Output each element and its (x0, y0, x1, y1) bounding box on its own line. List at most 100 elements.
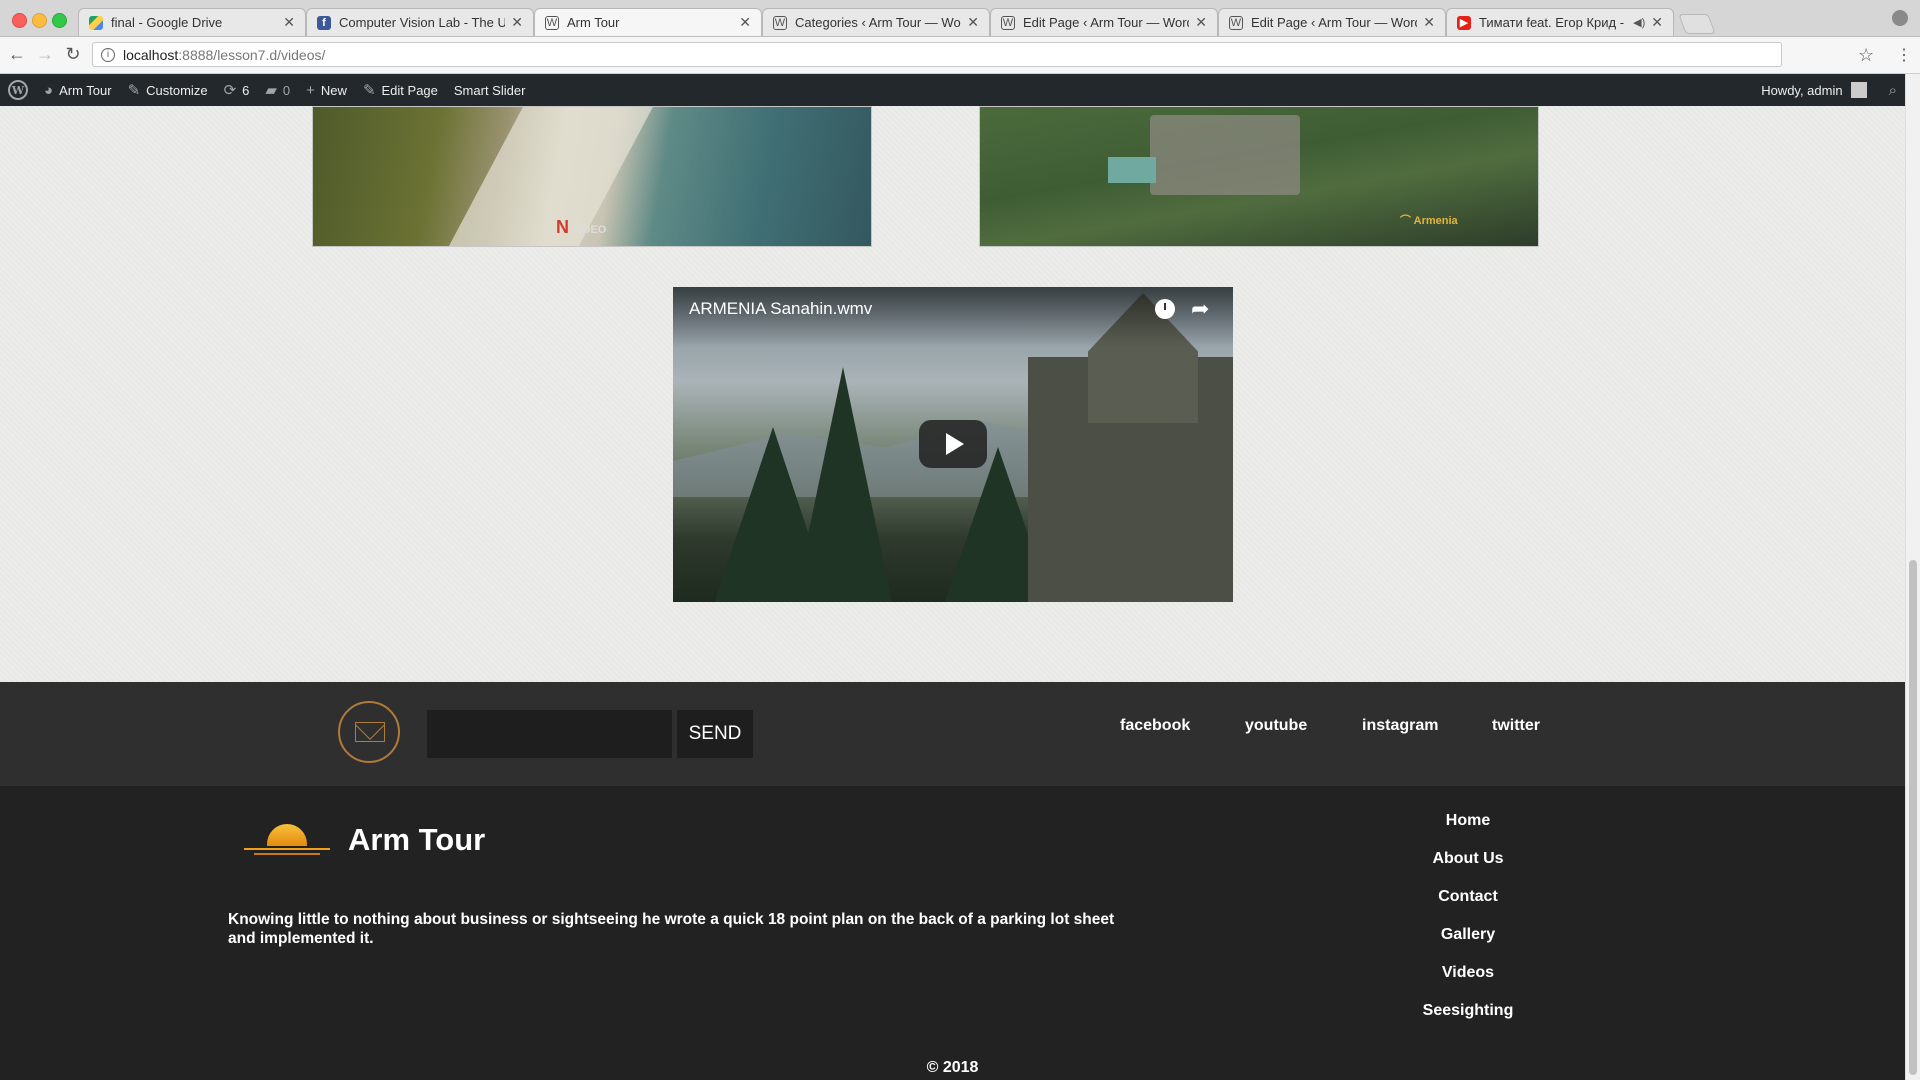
tab-title: Тимати feat. Егор Крид - (1479, 15, 1625, 30)
comment-icon: ▰ (265, 82, 277, 99)
account-menu[interactable]: Howdy, admin (1753, 74, 1880, 106)
watermark-n-icon: N (556, 217, 569, 237)
monastery-shape (1150, 115, 1300, 195)
window-close-button[interactable] (12, 13, 27, 28)
footer-nav-seesighting[interactable]: Seesighting (1368, 1002, 1568, 1020)
beach-sand-shape (437, 107, 659, 246)
watch-later-icon[interactable] (1155, 299, 1175, 319)
play-button[interactable] (919, 420, 987, 468)
window-minimize-button[interactable] (32, 13, 47, 28)
search-icon: ⌕ (1888, 81, 1897, 99)
brush-icon: ✎ (127, 82, 141, 99)
site-name-label: Arm Tour (59, 82, 112, 98)
share-icon[interactable]: ➦ (1191, 296, 1209, 322)
smart-slider-link[interactable]: Smart Slider (446, 74, 534, 106)
roof-shape (1108, 157, 1156, 183)
wordpress-logo-icon: W (8, 80, 28, 100)
customize-label: Customize (146, 82, 208, 98)
video-embed-right[interactable]: ⌒ Armenia (979, 106, 1539, 247)
tab-close-icon[interactable]: ✕ (967, 14, 979, 31)
wordpress-logo-button[interactable]: W (0, 74, 36, 106)
browser-tab[interactable]: final - Google Drive ✕ (78, 8, 306, 36)
footer-nav-home[interactable]: Home (1368, 812, 1568, 830)
wp-admin-bar: W ◕ Arm Tour ✎ Customize ⟳ 6 ▰ 0 + New ✎… (0, 74, 1905, 106)
window-zoom-button[interactable] (52, 13, 67, 28)
tab-close-icon[interactable]: ✕ (1195, 14, 1207, 31)
url-host: localhost (123, 46, 179, 63)
tab-close-icon[interactable]: ✕ (739, 14, 751, 31)
browser-tab-active[interactable]: W Arm Tour ✕ (534, 8, 762, 36)
browser-toolbar: ← → ↻ i localhost:8888/lesson7.d/videos/… (0, 37, 1920, 74)
twitter-link[interactable]: twitter (1492, 717, 1540, 735)
tab-close-icon[interactable]: ✕ (511, 14, 523, 31)
video-watermark: N VIDEO (556, 217, 606, 238)
scrollbar-thumb[interactable] (1909, 560, 1917, 1075)
watermark-label: Armenia (1413, 215, 1458, 227)
wordpress-icon: W (773, 15, 787, 30)
wordpress-icon: W (1001, 15, 1015, 30)
email-input[interactable] (427, 710, 672, 758)
avatar (1850, 82, 1867, 98)
video-title[interactable]: ARMENIA Sanahin.wmv (689, 299, 872, 319)
youtube-icon: ▶ (1457, 15, 1471, 30)
new-tab-button[interactable] (1678, 14, 1716, 34)
edit-page-link[interactable]: ✎ Edit Page (355, 74, 446, 106)
watermark-arc-icon: ⌒ (1400, 215, 1411, 227)
site-footer: Arm Tour Knowing little to nothing about… (0, 786, 1905, 1080)
watermark-label: VIDEO (572, 224, 607, 236)
reload-icon[interactable]: ↻ (62, 44, 84, 65)
send-button[interactable]: SEND (677, 710, 753, 758)
footer-nav-about-us[interactable]: About Us (1368, 850, 1568, 868)
youtube-link[interactable]: youtube (1245, 717, 1307, 735)
browser-tab[interactable]: W Edit Page ‹ Arm Tour — WordP ✕ (1218, 8, 1446, 36)
wordpress-icon: W (545, 15, 559, 30)
footer-nav-videos[interactable]: Videos (1368, 964, 1568, 982)
google-drive-icon (89, 15, 103, 30)
profile-icon[interactable] (1892, 10, 1908, 26)
site-name-link[interactable]: ◕ Arm Tour (36, 74, 120, 106)
footer-nav-contact[interactable]: Contact (1368, 888, 1568, 906)
info-icon[interactable]: i (101, 47, 115, 62)
mail-badge (338, 701, 400, 763)
youtube-video-player[interactable]: ARMENIA Sanahin.wmv ➦ (673, 287, 1233, 602)
comments-count: 0 (282, 82, 291, 98)
back-arrow-icon[interactable]: ← (6, 44, 28, 65)
tab-close-icon[interactable]: ✕ (1651, 14, 1663, 31)
customize-link[interactable]: ✎ Customize (120, 74, 216, 106)
plus-icon: + (306, 81, 315, 99)
howdy-label: Howdy, admin (1761, 82, 1843, 98)
footer-nav-gallery[interactable]: Gallery (1368, 926, 1568, 944)
tab-title: final - Google Drive (111, 15, 223, 30)
sunset-logo-icon[interactable] (240, 824, 334, 858)
subscribe-bar: SEND facebook youtube instagram twitter (0, 682, 1905, 786)
tab-close-icon[interactable]: ✕ (1423, 14, 1435, 31)
speaker-icon[interactable]: ◀) (1633, 16, 1645, 29)
bookmark-star-icon[interactable]: ☆ (1858, 45, 1874, 66)
footer-brand[interactable]: Arm Tour (348, 822, 485, 858)
new-content-link[interactable]: + New (298, 74, 355, 106)
video-embed-left[interactable]: N VIDEO (312, 106, 872, 247)
browser-tab[interactable]: W Categories ‹ Arm Tour — Word ✕ (762, 8, 990, 36)
tab-title: Edit Page ‹ Arm Tour — WordP (1251, 15, 1418, 30)
admin-search-button[interactable]: ⌕ (1881, 74, 1905, 106)
video-watermark: ⌒ Armenia (1400, 212, 1458, 228)
edit-page-label: Edit Page (381, 82, 438, 98)
browser-tab[interactable]: W Edit Page ‹ Arm Tour — WordP ✕ (990, 8, 1218, 36)
horizon-line (254, 853, 320, 855)
tab-title: Arm Tour (567, 15, 620, 30)
tab-title: Computer Vision Lab - The Un (339, 15, 506, 30)
smart-slider-label: Smart Slider (453, 82, 526, 98)
tab-close-icon[interactable]: ✕ (283, 14, 295, 31)
facebook-link[interactable]: facebook (1120, 717, 1190, 735)
forward-arrow-icon[interactable]: → (34, 44, 56, 65)
address-bar[interactable]: i localhost:8888/lesson7.d/videos/ (92, 42, 1782, 67)
instagram-link[interactable]: instagram (1362, 717, 1438, 735)
browser-tab[interactable]: f Computer Vision Lab - The Un ✕ (306, 8, 534, 36)
tab-title: Edit Page ‹ Arm Tour — WordP (1023, 15, 1190, 30)
comments-link[interactable]: ▰ 0 (257, 74, 298, 106)
browser-menu-icon[interactable]: ⋮ (1896, 45, 1912, 65)
envelope-icon (355, 722, 385, 742)
browser-tab[interactable]: ▶ Тимати feat. Егор Крид - ◀) ✕ (1446, 8, 1674, 36)
tab-title: Categories ‹ Arm Tour — Word (795, 15, 962, 30)
updates-link[interactable]: ⟳ 6 (216, 74, 258, 106)
